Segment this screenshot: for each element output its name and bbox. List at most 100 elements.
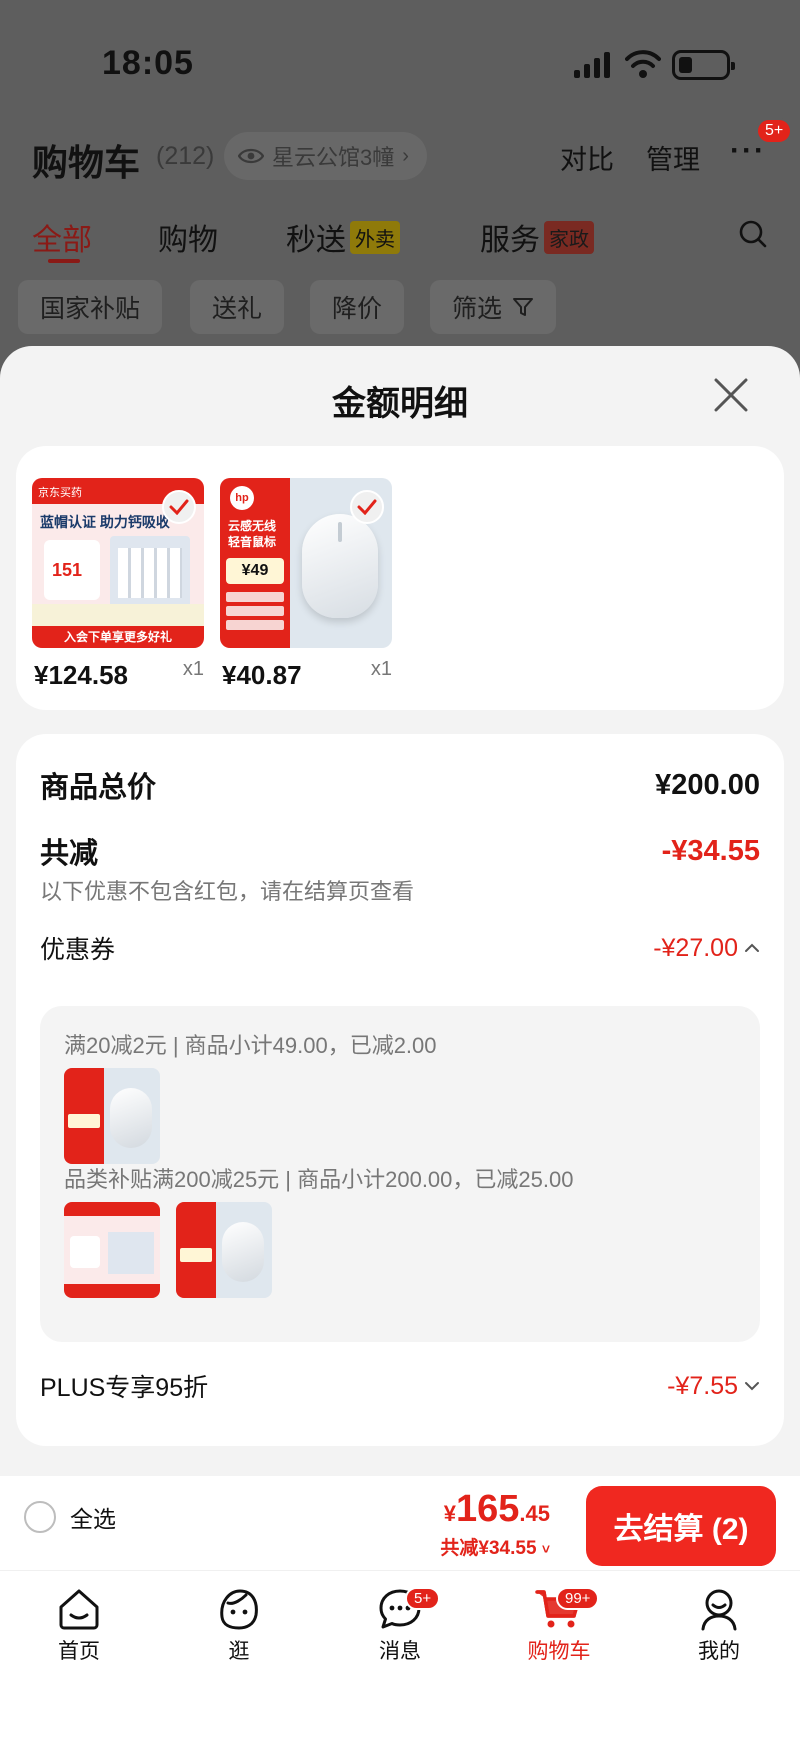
- tab-all[interactable]: 全部: [32, 215, 92, 263]
- total-price-value: ¥200.00: [655, 768, 760, 801]
- category-tabs: 全部 购物 秒送 外卖 服务 家政: [0, 205, 800, 265]
- tab-express-label: 秒送: [286, 224, 346, 257]
- product-image-price: ¥49: [226, 558, 284, 584]
- total-decimal: .45: [519, 1501, 550, 1526]
- status-bar: 18:05: [0, 0, 800, 130]
- tab-shopping[interactable]: 购物: [158, 215, 218, 259]
- compare-link[interactable]: 对比: [560, 138, 614, 177]
- nav-messages[interactable]: 消息 5+: [345, 1587, 455, 1665]
- home-icon: [59, 1589, 99, 1630]
- nav-home-label: 首页: [58, 1640, 100, 1663]
- currency-symbol: ¥: [443, 1501, 456, 1526]
- nav-cart-label: 购物车: [527, 1640, 591, 1663]
- chevron-right-icon: ›: [402, 144, 409, 167]
- product-image-calcium: 京东买药 蓝帽认证 助力钙吸收 151 入会下单享更多好礼: [32, 478, 204, 648]
- coupon-value: -¥27.00: [653, 933, 738, 962]
- chip-national-subsidy[interactable]: 国家补贴: [18, 280, 163, 334]
- cart-badge: 99+: [556, 1587, 600, 1610]
- cart-header: 购物车 (212) 星云公馆3幢 › 对比 管理 ··· 5+: [0, 118, 800, 190]
- coupon-rule: 满20减2元 | 商品小计49.00，已减2.00: [64, 1033, 437, 1058]
- takeout-tag: 外卖: [350, 220, 400, 254]
- chip-gift[interactable]: 送礼: [190, 280, 285, 334]
- chip-price-drop[interactable]: 降价: [310, 280, 405, 334]
- tab-shopping-label: 购物: [158, 224, 218, 257]
- plus-label: PLUS专享95折: [40, 1374, 209, 1402]
- coupon-details: 满20减2元 | 商品小计49.00，已减2.00 品类补贴满200减25元 |…: [40, 1006, 760, 1342]
- plus-value: -¥7.55: [667, 1371, 738, 1400]
- checkout-bar: 全选 ¥165.45 共减¥34.55 ˅ 去结算 (2): [0, 1476, 800, 1570]
- select-all-label: 全选: [70, 1506, 116, 1532]
- product-item[interactable]: 京东买药 蓝帽认证 助力钙吸收 151 入会下单享更多好礼 ¥124.58 x1: [32, 478, 204, 690]
- location-selector[interactable]: 星云公馆3幢 ›: [224, 132, 427, 180]
- location-label: 星云公馆3幢: [272, 145, 395, 170]
- total-price-label: 商品总价: [40, 772, 157, 804]
- select-all-toggle[interactable]: 全选: [24, 1500, 116, 1534]
- product-price: ¥124.58: [34, 660, 128, 690]
- tab-service-label: 服务: [480, 224, 540, 257]
- chevron-down-icon: ˅: [541, 1541, 550, 1557]
- discount-row: 共减 -¥34.55: [40, 830, 760, 872]
- nav-home[interactable]: 首页: [24, 1587, 134, 1665]
- chip-label: 送礼: [212, 295, 263, 323]
- product-image-mouse: hp 云感无线 轻音鼠标 ¥49: [220, 478, 392, 648]
- select-all-radio[interactable]: [24, 1501, 56, 1533]
- discount-label: 共减: [40, 838, 99, 870]
- discount-note: 以下优惠不包含红包，请在结算页查看: [40, 879, 415, 904]
- tab-service[interactable]: 服务 家政: [480, 215, 594, 259]
- profile-icon: [701, 1589, 737, 1631]
- messages-badge: 5+: [405, 1587, 441, 1610]
- hp-logo: hp: [230, 486, 254, 510]
- nav-cart[interactable]: 购物车 99+: [504, 1587, 614, 1665]
- product-list-card: 京东买药 蓝帽认证 助力钙吸收 151 入会下单享更多好礼 ¥124.58 x1…: [16, 446, 784, 710]
- chip-filter[interactable]: 筛选: [430, 280, 557, 334]
- product-image-footer: 入会下单享更多好礼: [32, 626, 204, 648]
- bottom-tab-bar: 首页 逛 消息 5+ 购物车 99+ 我的: [0, 1570, 800, 1739]
- plus-discount-row[interactable]: PLUS专享95折 -¥7.55: [40, 1368, 760, 1404]
- checkout-button[interactable]: 去结算 (2): [586, 1486, 776, 1566]
- chevron-down-icon: [745, 1382, 759, 1391]
- wifi-icon: [625, 50, 661, 78]
- product-image-price: 151: [52, 560, 83, 580]
- total-discount-label: 共减¥34.55: [440, 1538, 537, 1559]
- manage-link[interactable]: 管理: [646, 138, 700, 177]
- chevron-up-icon: [745, 943, 759, 952]
- coupon-label: 优惠券: [40, 936, 116, 964]
- filter-chips: 国家补贴 送礼 降价 筛选: [0, 280, 800, 340]
- check-icon: [350, 490, 384, 524]
- product-quantity: x1: [182, 658, 204, 680]
- coupon-product-thumb-calcium: [64, 1202, 160, 1298]
- nav-messages-label: 消息: [379, 1640, 421, 1663]
- chip-label: 筛选: [452, 295, 503, 323]
- amount-details-sheet: 金额明细 京东买药 蓝帽认证 助力钙吸收 151 入会下单享更多好礼 ¥124.…: [0, 346, 800, 1476]
- product-quantity: x1: [370, 658, 392, 680]
- product-item[interactable]: hp 云感无线 轻音鼠标 ¥49 ¥40.87 x1: [220, 478, 392, 690]
- chip-label: 降价: [332, 295, 383, 323]
- housekeeping-tag: 家政: [544, 220, 594, 254]
- total-price-row: 商品总价 ¥200.00: [40, 764, 760, 806]
- search-icon[interactable]: [738, 219, 768, 249]
- price-breakdown-card: 商品总价 ¥200.00 共减 -¥34.55 以下优惠不包含红包，请在结算页查…: [16, 734, 784, 1446]
- cart-count: (212): [156, 142, 215, 170]
- coupon-product-thumb-mouse: [64, 1068, 160, 1164]
- status-time: 18:05: [102, 44, 194, 82]
- product-price: ¥40.87: [222, 660, 302, 690]
- nav-explore-label: 逛: [228, 1640, 250, 1663]
- coupon-row[interactable]: 优惠券 -¥27.00: [40, 930, 760, 966]
- nav-explore[interactable]: 逛: [184, 1587, 294, 1665]
- check-icon: [162, 490, 196, 524]
- total-integer: 165: [456, 1488, 520, 1530]
- eye-icon: [238, 148, 264, 164]
- nav-profile[interactable]: 我的: [664, 1587, 774, 1665]
- sheet-title: 金额明细: [332, 385, 468, 423]
- chip-label: 国家补贴: [40, 295, 141, 323]
- explore-icon: [220, 1589, 258, 1630]
- nav-profile-label: 我的: [698, 1640, 740, 1663]
- signal-icon: [574, 52, 610, 78]
- tab-express[interactable]: 秒送 外卖: [286, 215, 400, 259]
- coupon-product-thumb-mouse: [176, 1202, 272, 1298]
- filter-icon: [513, 298, 534, 316]
- coupon-rule: 品类补贴满200减25元 | 商品小计200.00，已减25.00: [64, 1167, 574, 1192]
- tab-all-label: 全部: [32, 224, 92, 257]
- close-icon[interactable]: [712, 376, 750, 414]
- total-discount-toggle[interactable]: 共减¥34.55 ˅: [440, 1533, 550, 1560]
